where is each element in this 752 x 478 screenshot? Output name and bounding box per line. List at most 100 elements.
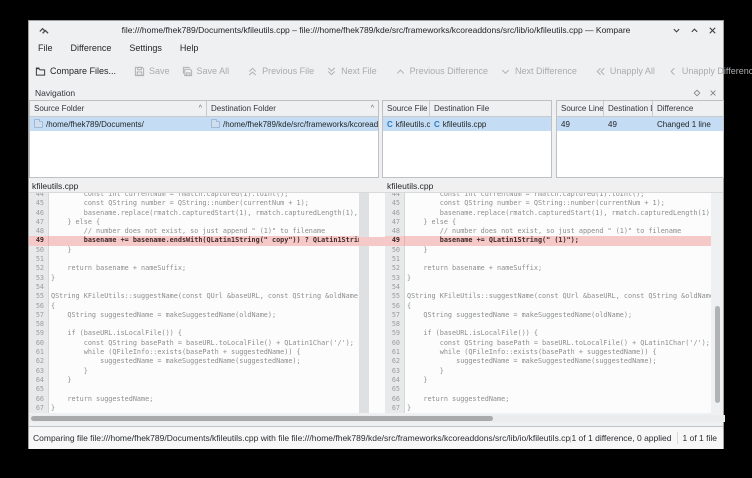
navigation-file-row[interactable]: C kfileutils.c... C kfileutils.cpp: [383, 117, 551, 131]
column-header-destination-file[interactable]: Destination File: [430, 101, 551, 117]
menu-item-difference[interactable]: Difference: [62, 43, 121, 53]
status-separator: [677, 432, 678, 444]
save-all-button[interactable]: Save All: [176, 60, 236, 82]
code-line: 52 return basename + nameSuffix;: [385, 264, 711, 273]
column-header-destination-line[interactable]: Destination Line: [604, 101, 653, 117]
line-number: 46: [29, 209, 49, 218]
code-text: // number does not exist, so just append…: [405, 227, 711, 236]
horizontal-scrollbar-thumb[interactable]: [31, 416, 493, 421]
code-line: 50 }: [29, 246, 359, 255]
code-text: {: [49, 302, 359, 311]
code-text: [49, 385, 359, 394]
folder-icon: [34, 121, 43, 128]
code-text: return basename + nameSuffix;: [49, 264, 359, 273]
source-code-pane[interactable]: 44 const int currentNum = rmatch.capture…: [29, 193, 359, 413]
column-header-source-line[interactable]: Source Line ^: [557, 101, 604, 117]
vertical-scrollbar[interactable]: [713, 193, 721, 413]
navigation-folder-row[interactable]: /home/fhek789/Documents/ /home/fhek789/k…: [30, 117, 378, 131]
next-file-button[interactable]: Next File: [320, 60, 383, 82]
previous-difference-button[interactable]: Previous Difference: [389, 60, 494, 82]
line-number: 53: [29, 274, 49, 283]
code-line: 65: [29, 385, 359, 394]
unapply-difference-button[interactable]: Unapply Difference: [661, 60, 752, 82]
code-text: [405, 320, 711, 329]
line-number: 53: [385, 274, 405, 283]
line-number: 45: [29, 199, 49, 208]
difference-count-status: 1 of 1 difference, 0 applied: [571, 433, 671, 443]
code-text: QString suggestedName = makeSuggestedNam…: [405, 311, 711, 320]
previous-file-button[interactable]: Previous File: [241, 60, 320, 82]
line-number: 45: [385, 199, 405, 208]
line-number: 52: [385, 264, 405, 273]
code-line: 58: [29, 320, 359, 329]
column-header-source-folder[interactable]: Source Folder ^: [30, 101, 207, 117]
code-line: 48 // number does not exist, so just app…: [29, 227, 359, 236]
line-number: 54: [385, 283, 405, 292]
close-icon[interactable]: [708, 26, 717, 35]
code-line: 56 {: [29, 302, 359, 311]
code-text: while (QFileInfo::exists(basePath + sugg…: [405, 348, 711, 357]
line-number: 60: [29, 339, 49, 348]
code-line: 62 suggestedName = makeSuggestedName(sug…: [29, 357, 359, 366]
line-number: 51: [29, 255, 49, 264]
close-panel-icon[interactable]: [709, 89, 717, 97]
sort-ascending-icon: ^: [196, 105, 202, 112]
maximize-icon[interactable]: [690, 26, 699, 35]
line-number: 48: [29, 227, 49, 236]
code-text: } else {: [49, 218, 359, 227]
source-pane-title: kfileutils.cpp: [32, 181, 78, 191]
kompare-window: file:///home/fhek789/Documents/kfileutil…: [28, 20, 724, 449]
code-line: 47 } else {: [29, 218, 359, 227]
float-panel-icon[interactable]: [693, 89, 701, 97]
code-line: 64 }: [29, 376, 359, 385]
code-line: 56 {: [385, 302, 711, 311]
line-number: 60: [385, 339, 405, 348]
horizontal-scrollbar[interactable]: [29, 415, 725, 422]
code-line: 61 while (QFileInfo::exists(basePath + s…: [385, 348, 711, 357]
destination-code-pane[interactable]: 44 const int currentNum = rmatch.capture…: [385, 193, 711, 413]
navigation-title: Navigation: [35, 88, 75, 98]
diff-pane-headers: kfileutils.cpp kfileutils.cpp: [29, 180, 723, 193]
titlebar[interactable]: file:///home/fhek789/Documents/kfileutil…: [29, 21, 723, 39]
diff-connector-band: [359, 237, 385, 246]
code-line: 52 return basename + nameSuffix;: [29, 264, 359, 273]
minimize-icon[interactable]: [672, 26, 681, 35]
line-number: 49: [385, 236, 405, 245]
code-line: 59 if (baseURL.isLocalFile()) {: [385, 329, 711, 338]
compare-files-button[interactable]: Compare Files...: [29, 60, 122, 82]
line-number: 66: [29, 395, 49, 404]
column-header-destination-folder[interactable]: Destination Folder ^: [207, 101, 378, 117]
line-number: 59: [385, 329, 405, 338]
line-number: 57: [385, 311, 405, 320]
code-text: }: [405, 367, 711, 376]
column-header-difference[interactable]: Difference: [653, 101, 723, 117]
navigation-line-row[interactable]: 49 49 Changed 1 line: [557, 117, 723, 131]
code-line: 46 basename.replace(rmatch.capturedStart…: [385, 209, 711, 218]
code-text: QString KFileUtils::suggestName(const QU…: [49, 292, 359, 301]
menu-item-settings[interactable]: Settings: [120, 43, 171, 53]
code-text: }: [405, 404, 711, 413]
code-line: 54: [385, 283, 711, 292]
save-button[interactable]: Save: [128, 60, 176, 82]
pane-divider: [359, 193, 369, 413]
code-line: 55 QString KFileUtils::suggestName(const…: [385, 292, 711, 301]
toolbar: Compare Files... Save Save All Previous …: [29, 57, 723, 85]
cpp-file-icon: C: [387, 120, 393, 129]
line-number: 47: [385, 218, 405, 227]
chevron-up-icon: [395, 66, 406, 77]
code-line: 49 basename += basename.endsWith(QLatin1…: [29, 236, 359, 245]
code-line: 46 basename.replace(rmatch.capturedStart…: [29, 209, 359, 218]
code-text: suggestedName = makeSuggestedName(sugges…: [405, 357, 711, 366]
chevron-down-icon: [500, 66, 511, 77]
code-text: QString suggestedName = makeSuggestedNam…: [49, 311, 359, 320]
menu-item-help[interactable]: Help: [171, 43, 208, 53]
unapply-all-button[interactable]: Unapply All: [589, 60, 661, 82]
menu-item-file[interactable]: File: [29, 43, 62, 53]
column-header-source-file[interactable]: Source File ^: [383, 101, 430, 117]
next-difference-button[interactable]: Next Difference: [494, 60, 583, 82]
code-line: 51: [385, 255, 711, 264]
code-line: 66 return suggestedName;: [385, 395, 711, 404]
vertical-scrollbar-thumb[interactable]: [715, 306, 720, 403]
code-text: }: [49, 246, 359, 255]
line-number: 61: [29, 348, 49, 357]
